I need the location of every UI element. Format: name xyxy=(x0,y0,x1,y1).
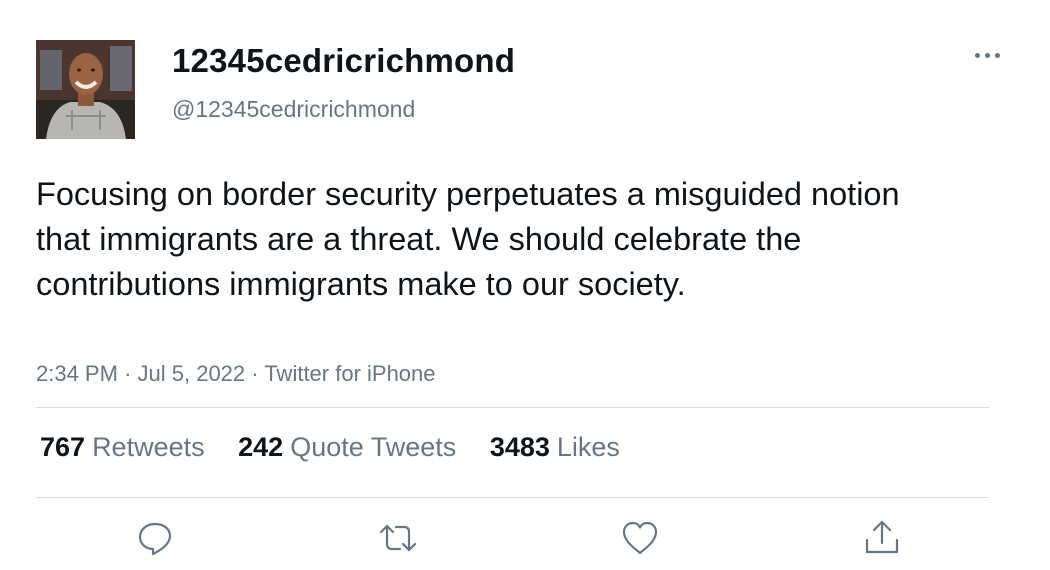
like-icon xyxy=(622,521,658,555)
share-icon xyxy=(865,520,899,554)
divider xyxy=(36,497,989,498)
likes-count: 3483 xyxy=(489,432,550,462)
retweets-label: Retweets xyxy=(92,432,205,462)
retweets-count: 767 xyxy=(40,432,86,462)
meta-separator: · xyxy=(251,361,259,386)
dot xyxy=(995,53,1000,58)
tweet-date[interactable]: Jul 5, 2022 xyxy=(138,361,246,386)
profile-photo-icon xyxy=(36,40,135,139)
retweet-button[interactable] xyxy=(378,518,418,558)
meta-separator: · xyxy=(124,361,132,386)
tweet-source[interactable]: Twitter for iPhone xyxy=(264,361,435,386)
likes-stat[interactable]: 3483 Likes xyxy=(490,432,620,463)
tweet-meta: 2:34 PM · Jul 5, 2022 · Twitter for iPho… xyxy=(36,361,436,387)
retweet-icon xyxy=(379,524,417,552)
like-button[interactable] xyxy=(620,518,660,558)
author-handle[interactable]: @12345cedricrichmond xyxy=(172,96,415,123)
quote-tweets-stat[interactable]: 242 Quote Tweets xyxy=(238,432,456,463)
tweet-text: Focusing on border security perpetuates … xyxy=(36,176,900,302)
tweet-stats: 767 Retweets 242 Quote Tweets 3483 Likes xyxy=(40,432,646,463)
reply-icon xyxy=(138,522,172,556)
divider xyxy=(36,407,989,408)
share-button[interactable] xyxy=(862,518,902,558)
author-name[interactable]: 12345cedricrichmond xyxy=(172,42,515,80)
avatar[interactable] xyxy=(36,40,135,139)
dot xyxy=(985,53,990,58)
likes-label: Likes xyxy=(556,432,620,462)
dot xyxy=(975,53,980,58)
quote-tweets-count: 242 xyxy=(238,432,284,462)
tweet-time[interactable]: 2:34 PM xyxy=(36,361,118,386)
more-options-icon[interactable] xyxy=(972,44,1004,68)
retweets-stat[interactable]: 767 Retweets xyxy=(40,432,205,463)
quote-tweets-label: Quote Tweets xyxy=(290,432,457,462)
reply-button[interactable] xyxy=(135,518,175,558)
